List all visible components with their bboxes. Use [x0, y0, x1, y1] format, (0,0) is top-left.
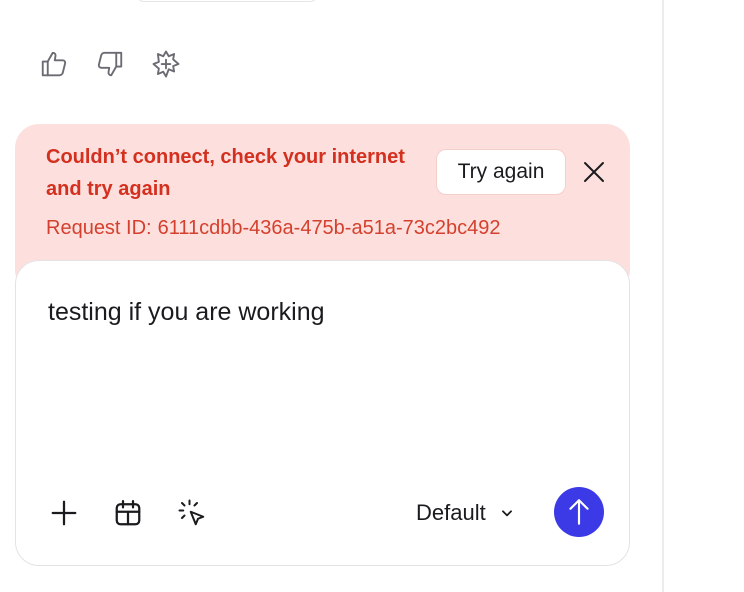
add-feedback-button[interactable]	[150, 48, 182, 80]
try-again-button[interactable]: Try again	[436, 149, 566, 195]
dismiss-error-button[interactable]	[580, 158, 608, 186]
message-feedback-row	[38, 46, 182, 82]
calendar-button[interactable]	[110, 495, 146, 531]
close-icon	[584, 162, 604, 182]
chevron-down-icon	[501, 510, 512, 517]
panel-divider	[662, 0, 664, 592]
app-window: Couldn’t connect, check your internet an…	[0, 0, 744, 592]
thumbs-up-icon	[41, 51, 67, 77]
sparkle-plus-icon	[152, 50, 180, 78]
calendar-icon	[115, 500, 141, 526]
plus-icon	[51, 500, 77, 526]
model-selector[interactable]: Default	[416, 495, 514, 531]
cursor-click-icon	[178, 499, 205, 526]
thumbs-down-icon	[97, 51, 123, 77]
request-id-value: 6111cdbb-436a-475b-a51a-73c2bc492	[157, 217, 501, 239]
arrow-up-icon	[569, 499, 589, 525]
message-composer: testing if you are working Default	[15, 260, 630, 566]
previous-message-edge	[136, 0, 318, 2]
select-element-button[interactable]	[174, 495, 210, 531]
message-input[interactable]: testing if you are working	[48, 295, 588, 329]
thumbs-down-button[interactable]	[94, 48, 126, 80]
error-message: Couldn’t connect, check your internet an…	[46, 146, 405, 200]
request-id: Request ID: 6111cdbb-436a-475b-a51a-73c2b…	[46, 214, 582, 242]
thumbs-up-button[interactable]	[38, 48, 70, 80]
request-id-label: Request ID:	[46, 217, 152, 239]
add-attachment-button[interactable]	[46, 495, 82, 531]
send-button[interactable]	[554, 487, 604, 537]
model-selector-label: Default	[416, 500, 486, 525]
